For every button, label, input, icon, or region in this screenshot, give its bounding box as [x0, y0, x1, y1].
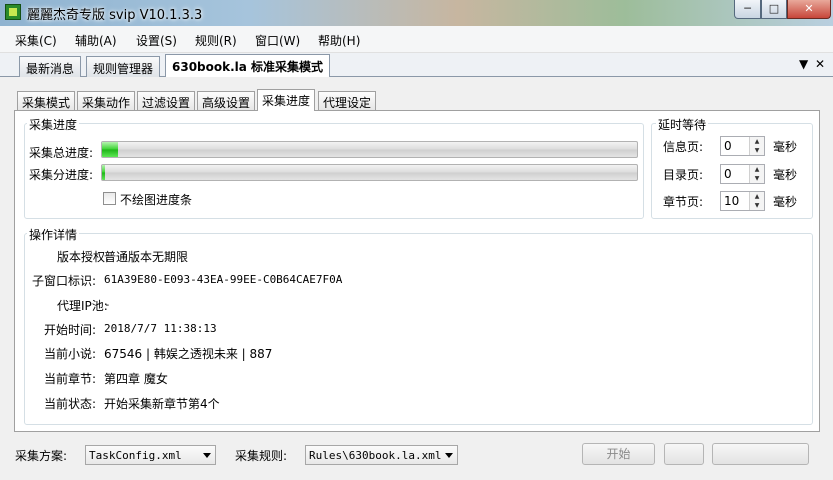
- menu-bar: 采集(C) 辅助(A) 设置(S) 规则(R) 窗口(W) 帮助(H): [0, 26, 833, 53]
- details-label-start-time: 开始时间:: [44, 323, 97, 337]
- title-bar: 麗麗杰奇专版 svip V10.1.3.3 ─ □ ✕: [0, 0, 833, 26]
- chevron-down-icon[interactable]: [445, 453, 453, 458]
- tab-collect-progress[interactable]: 采集进度: [257, 89, 316, 111]
- menu-collect[interactable]: 采集(C): [15, 32, 57, 49]
- no-draw-progress-label: 不绘图进度条: [120, 193, 193, 207]
- sub-progress-label: 采集分进度:: [29, 168, 94, 182]
- spin-arrows-icon[interactable]: ▲ ▼: [749, 165, 764, 183]
- details-value-proxy-pool: -: [104, 298, 111, 311]
- details-label-current-status: 当前状态:: [44, 397, 97, 411]
- catalog-page-unit: 毫秒: [773, 168, 798, 182]
- details-value-license: 普通版本无期限: [104, 250, 189, 264]
- spin-arrows-icon[interactable]: ▲ ▼: [749, 192, 764, 210]
- rule-select[interactable]: Rules\630book.la.xml: [305, 445, 458, 465]
- no-draw-progress-checkbox[interactable]: [103, 192, 116, 205]
- app-icon: [5, 4, 21, 20]
- tab-rule-manager[interactable]: 规则管理器: [86, 56, 161, 77]
- tab-advanced-settings[interactable]: 高级设置: [197, 91, 256, 110]
- rule-label: 采集规则:: [235, 449, 288, 463]
- menu-window[interactable]: 窗口(W): [255, 32, 300, 49]
- tab-close-icon[interactable]: ✕: [815, 57, 825, 71]
- tab-list-dropdown-icon[interactable]: ▼: [799, 57, 808, 71]
- catalog-page-delay-input[interactable]: 0 ▲ ▼: [720, 164, 765, 184]
- document-tab-bar: 最新消息 规则管理器 630book.la 标准采集模式 ▼ ✕: [0, 53, 833, 77]
- menu-rules[interactable]: 规则(R): [195, 32, 237, 49]
- tab-filter-settings[interactable]: 过滤设置: [137, 91, 196, 110]
- chapter-page-delay-input[interactable]: 10 ▲ ▼: [720, 191, 765, 211]
- details-group-title: 操作详情: [27, 226, 80, 243]
- maximize-button[interactable]: □: [761, 0, 787, 19]
- close-button[interactable]: ✕: [787, 0, 831, 19]
- menu-settings[interactable]: 设置(S): [136, 32, 177, 49]
- total-progress-fill: [102, 142, 119, 157]
- chapter-page-unit: 毫秒: [773, 195, 798, 209]
- chevron-down-icon[interactable]: [203, 453, 211, 458]
- details-label-license: 版本授权:: [57, 250, 110, 264]
- total-progress-label: 采集总进度:: [29, 146, 94, 160]
- details-value-window-id: 61A39E80-E093-43EA-99EE-C0B64CAE7F0A: [104, 273, 343, 286]
- minimize-button[interactable]: ─: [734, 0, 761, 19]
- info-page-label: 信息页:: [663, 140, 704, 154]
- sub-progress-bar: [101, 164, 638, 181]
- details-label-current-chapter: 当前章节:: [44, 372, 97, 386]
- details-value-current-novel: 67546 | 韩娱之透视未来 | 887: [104, 347, 273, 361]
- details-label-proxy-pool: 代理IP池:: [57, 299, 108, 313]
- scheme-select[interactable]: TaskConfig.xml: [85, 445, 216, 465]
- details-label-current-novel: 当前小说:: [44, 347, 97, 361]
- details-value-current-status: 开始采集新章节第4个: [104, 397, 220, 411]
- delay-group-title: 延时等待: [656, 116, 709, 133]
- action-button-2[interactable]: [664, 443, 704, 465]
- window-title: 麗麗杰奇专版 svip V10.1.3.3: [27, 8, 203, 23]
- menu-assist[interactable]: 辅助(A): [75, 32, 117, 49]
- tab-proxy-settings[interactable]: 代理设定: [318, 91, 377, 110]
- sub-progress-fill: [102, 165, 105, 180]
- total-progress-bar: [101, 141, 638, 158]
- tab-collect-action[interactable]: 采集动作: [77, 91, 136, 110]
- tab-630book-collect[interactable]: 630book.la 标准采集模式: [165, 54, 331, 77]
- spin-arrows-icon[interactable]: ▲ ▼: [749, 137, 764, 155]
- action-button-3[interactable]: [712, 443, 809, 465]
- details-value-current-chapter: 第四章 魔女: [104, 372, 168, 386]
- start-button[interactable]: 开始: [582, 443, 655, 465]
- tab-collect-mode[interactable]: 采集模式: [17, 91, 76, 110]
- catalog-page-label: 目录页:: [663, 168, 704, 182]
- progress-group-title: 采集进度: [27, 116, 80, 133]
- details-value-start-time: 2018/7/7 11:38:13: [104, 322, 217, 335]
- menu-help[interactable]: 帮助(H): [318, 32, 360, 49]
- scheme-label: 采集方案:: [15, 449, 68, 463]
- info-page-delay-input[interactable]: 0 ▲ ▼: [720, 136, 765, 156]
- tab-latest-news[interactable]: 最新消息: [19, 56, 82, 77]
- info-page-unit: 毫秒: [773, 140, 798, 154]
- details-label-window-id: 子窗口标识:: [32, 274, 97, 288]
- chapter-page-label: 章节页:: [663, 195, 704, 209]
